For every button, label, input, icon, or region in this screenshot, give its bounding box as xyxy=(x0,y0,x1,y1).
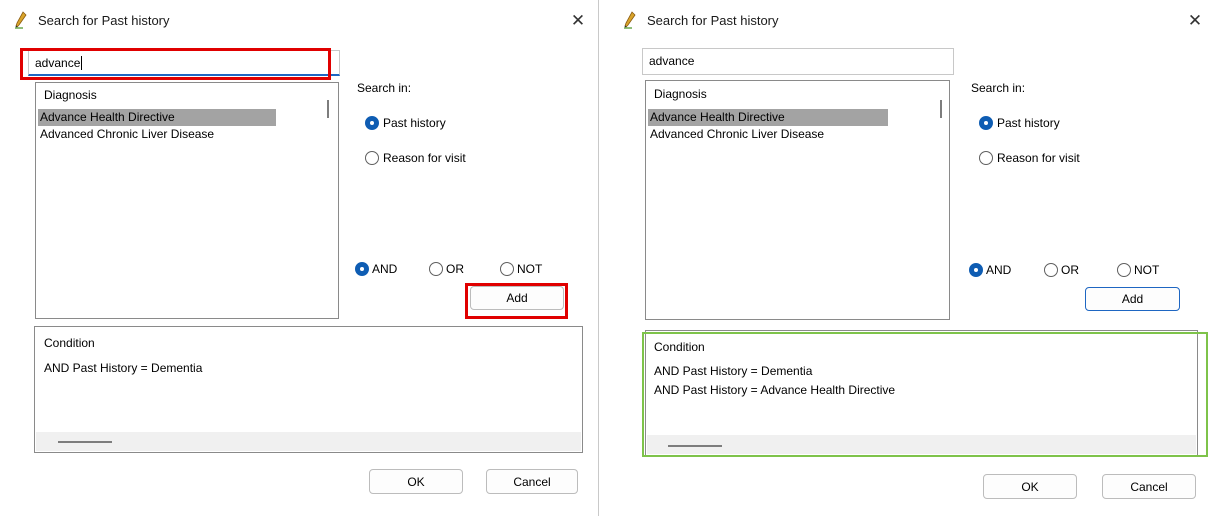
ok-button[interactable]: OK xyxy=(369,469,463,494)
radio-reason-for-visit-label: Reason for visit xyxy=(383,151,466,165)
pen-icon xyxy=(15,11,27,29)
condition-line: AND Past History = Dementia xyxy=(44,361,203,375)
search-in-label: Search in: xyxy=(971,81,1026,95)
diagnosis-list[interactable]: Diagnosis Advance Health Directive Advan… xyxy=(645,80,950,320)
radio-not[interactable] xyxy=(1117,263,1131,277)
search-input-value: advance xyxy=(649,54,695,68)
cancel-button[interactable]: Cancel xyxy=(486,469,578,494)
dialog-title: Search for Past history xyxy=(647,13,779,28)
search-in-label: Search in: xyxy=(357,81,412,95)
diagnosis-list[interactable]: Diagnosis Advance Health Directive Advan… xyxy=(35,82,339,319)
pen-icon xyxy=(624,11,636,29)
dialog-title: Search for Past history xyxy=(38,13,170,28)
highlight-condition xyxy=(642,332,1208,457)
list-header: Diagnosis xyxy=(654,87,707,101)
radio-reason-for-visit-label: Reason for visit xyxy=(997,151,1080,165)
radio-reason-for-visit[interactable] xyxy=(979,151,993,165)
radio-or-label: OR xyxy=(446,262,464,276)
radio-or[interactable] xyxy=(429,262,443,276)
close-icon[interactable]: ✕ xyxy=(1185,11,1205,31)
radio-past-history[interactable] xyxy=(979,116,993,130)
list-item[interactable]: Advanced Chronic Liver Disease xyxy=(648,126,888,143)
condition-header: Condition xyxy=(44,336,95,350)
list-item[interactable]: Advance Health Directive xyxy=(648,109,888,126)
radio-past-history[interactable] xyxy=(365,116,379,130)
horizontal-scrollbar-thumb[interactable] xyxy=(58,441,112,443)
radio-and[interactable] xyxy=(355,262,369,276)
vertical-scrollbar[interactable] xyxy=(327,100,329,118)
radio-and-label: AND xyxy=(372,262,398,276)
radio-and-label: AND xyxy=(986,263,1012,277)
horizontal-scrollbar[interactable] xyxy=(36,432,581,451)
close-icon[interactable]: ✕ xyxy=(568,11,588,31)
vertical-scrollbar[interactable] xyxy=(940,100,942,118)
radio-or[interactable] xyxy=(1044,263,1058,277)
radio-past-history-label: Past history xyxy=(383,116,446,130)
radio-not-label: NOT xyxy=(1134,263,1160,277)
condition-box: Condition AND Past History = Dementia xyxy=(34,326,583,453)
radio-past-history-label: Past history xyxy=(997,116,1060,130)
search-input[interactable]: advance xyxy=(642,48,954,75)
radio-or-label: OR xyxy=(1061,263,1079,277)
radio-not-label: NOT xyxy=(517,262,543,276)
list-item[interactable]: Advanced Chronic Liver Disease xyxy=(38,126,276,143)
add-button[interactable]: Add xyxy=(1085,287,1180,311)
highlight-search xyxy=(20,48,331,80)
list-header: Diagnosis xyxy=(44,88,97,102)
cancel-button[interactable]: Cancel xyxy=(1102,474,1196,499)
ok-button[interactable]: OK xyxy=(983,474,1077,499)
radio-not[interactable] xyxy=(500,262,514,276)
radio-and[interactable] xyxy=(969,263,983,277)
list-item[interactable]: Advance Health Directive xyxy=(38,109,276,126)
panel-divider xyxy=(598,0,599,516)
highlight-add xyxy=(465,283,568,319)
radio-reason-for-visit[interactable] xyxy=(365,151,379,165)
